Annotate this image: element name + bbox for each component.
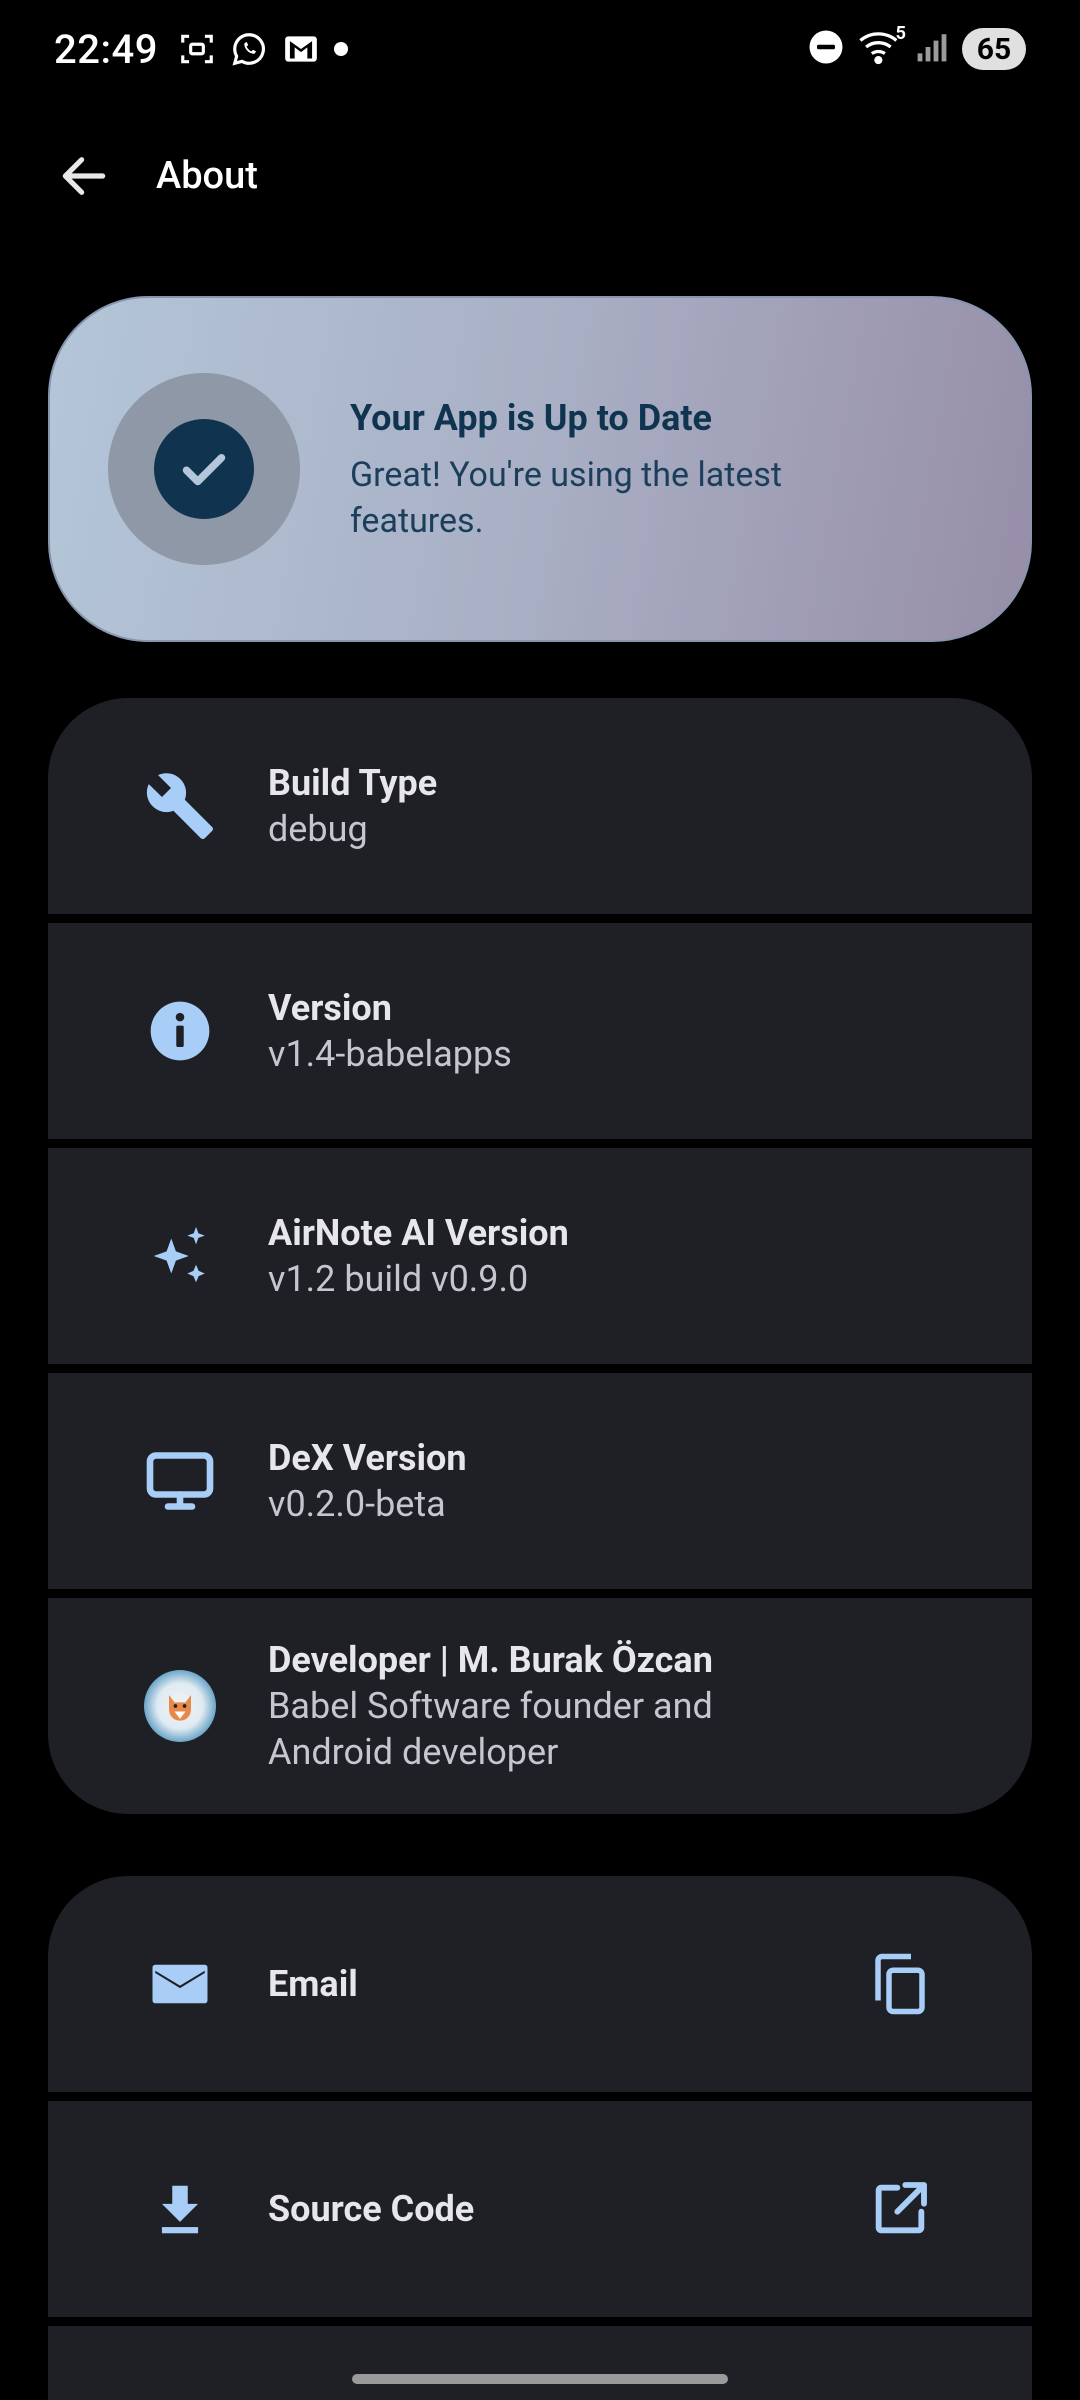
item-subtitle: debug [268, 808, 368, 850]
item-subtitle: v0.2.0-beta [268, 1483, 446, 1525]
back-button[interactable] [28, 120, 140, 232]
signal-icon [916, 31, 948, 67]
item-title: Developer | M. Burak Özcan [268, 1639, 713, 1681]
open-link-button[interactable] [860, 2169, 940, 2249]
system-icons: 5 65 [808, 23, 1026, 70]
app-bar: About [0, 120, 1080, 232]
wifi-icon: 5 [858, 23, 906, 69]
list-item-next[interactable] [48, 2326, 1032, 2400]
check-circle-container [108, 373, 300, 565]
notification-icons [178, 30, 348, 68]
open-in-new-icon [875, 2182, 927, 2234]
page-title: About [156, 154, 258, 198]
item-title: AirNote AI Version [268, 1212, 569, 1254]
email-icon [140, 1944, 220, 2024]
screenshot-icon [178, 30, 216, 68]
item-title: Source Code [268, 2188, 475, 2230]
item-title: Email [268, 1963, 358, 2005]
whatsapp-icon [230, 30, 268, 68]
item-title: Version [268, 987, 392, 1029]
list-item-source-code[interactable]: Source Code [48, 2101, 1032, 2317]
wifi-badge: 5 [895, 23, 906, 44]
update-subtitle: Great! You're using the latest features. [350, 455, 783, 541]
gmail-icon [282, 30, 320, 68]
arrow-back-icon [62, 157, 106, 195]
status-bar: 22:49 5 65 [0, 0, 1080, 98]
avatar [144, 1670, 216, 1742]
update-status-card: Your App is Up to Date Great! You're usi… [48, 296, 1032, 642]
developer-avatar-container [140, 1666, 220, 1746]
list-item-version[interactable]: Version v1.4-babelapps [48, 923, 1032, 1139]
battery-indicator: 65 [962, 28, 1026, 70]
list-item-airnote-ai-version[interactable]: AirNote AI Version v1.2 build v0.9.0 [48, 1148, 1032, 1364]
update-text: Your App is Up to Date Great! You're usi… [350, 394, 910, 544]
list-item-developer[interactable]: Developer | M. Burak Özcan Babel Softwar… [48, 1598, 1032, 1814]
sparkle-icon [140, 1216, 220, 1296]
item-title: DeX Version [268, 1437, 467, 1479]
info-icon [140, 991, 220, 1071]
item-subtitle: Babel Software founder and Android devel… [268, 1685, 713, 1773]
wrench-icon [140, 766, 220, 846]
item-subtitle: v1.2 build v0.9.0 [268, 1258, 529, 1300]
dot-icon [333, 42, 348, 56]
about-screen: 22:49 5 65 About Your App is Up to Date … [0, 0, 1080, 2400]
update-title: Your App is Up to Date [350, 397, 712, 439]
status-time: 22:49 [54, 25, 158, 73]
item-subtitle: v1.4-babelapps [268, 1033, 512, 1075]
home-indicator[interactable] [352, 2374, 728, 2384]
list-item-email[interactable]: Email [48, 1876, 1032, 2092]
list-item-build-type[interactable]: Build Type debug [48, 698, 1032, 914]
download-icon [140, 2169, 220, 2249]
check-circle-icon [154, 419, 254, 519]
monitor-icon [140, 1441, 220, 1521]
copy-icon [875, 1953, 925, 2015]
list-item-dex-version[interactable]: DeX Version v0.2.0-beta [48, 1373, 1032, 1589]
do-not-disturb-icon [808, 29, 844, 69]
item-title: Build Type [268, 762, 438, 804]
copy-button[interactable] [860, 1944, 940, 2024]
